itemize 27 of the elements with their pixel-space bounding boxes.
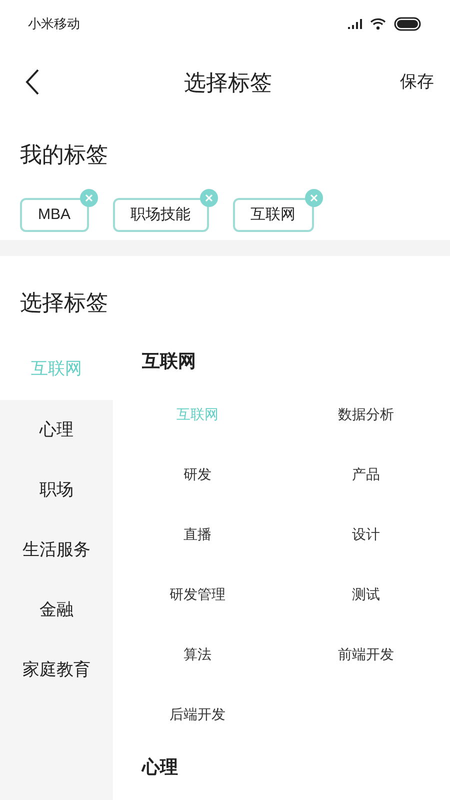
close-icon: [84, 194, 93, 202]
tag-option[interactable]: 前端开发: [338, 644, 394, 664]
signal-icon: [348, 19, 362, 29]
section-title: 选择标签: [19, 289, 109, 317]
save-button[interactable]: 保存: [400, 69, 434, 95]
battery-icon: [394, 17, 422, 31]
tag-option[interactable]: 直播: [183, 524, 212, 544]
remove-tag-button[interactable]: [200, 189, 218, 207]
tag-option[interactable]: 算法: [183, 644, 212, 664]
tag-option[interactable]: 产品: [352, 464, 380, 484]
wifi-icon: [370, 18, 386, 30]
close-icon: [310, 194, 318, 202]
section-title: 我的标签: [20, 141, 109, 169]
close-icon: [204, 194, 213, 202]
carrier-name: 小米移动: [28, 15, 80, 34]
tag-option[interactable]: 研发管理: [169, 584, 226, 604]
tag-option[interactable]: 数据分析: [338, 404, 394, 424]
tag-option[interactable]: 设计: [352, 524, 380, 544]
group-title: 互联网: [141, 350, 197, 372]
tag-option[interactable]: 研发: [183, 464, 212, 484]
tag-option[interactable]: 后端开发: [169, 704, 226, 724]
tag-option[interactable]: 测试: [352, 584, 380, 604]
group-title: 心理: [140, 756, 179, 778]
back-icon: [24, 68, 40, 96]
page-title: 选择标签: [184, 68, 272, 96]
remove-tag-button[interactable]: [304, 189, 323, 207]
remove-tag-button[interactable]: [80, 189, 98, 207]
